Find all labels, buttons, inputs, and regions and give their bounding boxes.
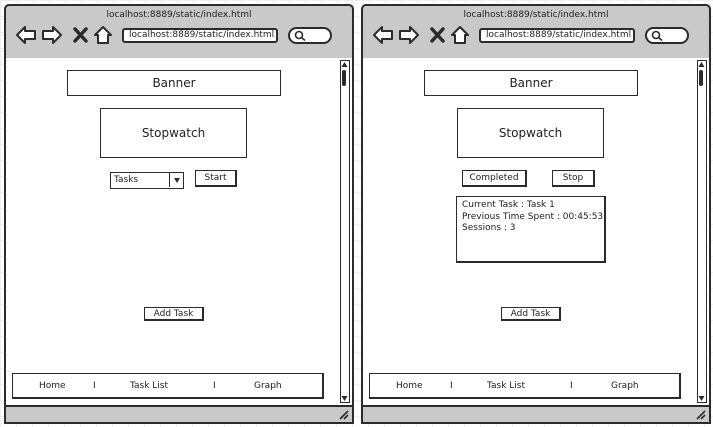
close-icon[interactable]	[70, 24, 92, 46]
page-viewport: Banner Stopwatch Tasks Start Add Task Ho…	[4, 58, 354, 407]
footer-link-home[interactable]: Home	[39, 381, 66, 391]
footer-separator: I	[450, 381, 453, 391]
forward-arrow-icon[interactable]	[41, 24, 63, 46]
search-icon	[651, 30, 663, 42]
sessions-text: Sessions : 3	[462, 223, 516, 233]
footer-separator: I	[213, 381, 216, 391]
home-icon[interactable]	[92, 24, 114, 46]
stopwatch-display: Stopwatch	[457, 108, 604, 158]
footer-link-home[interactable]: Home	[396, 381, 423, 391]
page-viewport: Banner Stopwatch Completed Stop Current …	[361, 58, 711, 407]
vertical-scrollbar[interactable]	[340, 60, 350, 403]
scrollbar-thumb[interactable]	[342, 70, 346, 86]
footer-link-task-list[interactable]: Task List	[130, 381, 168, 391]
task-info-panel: Current Task : Task 1 Previous Time Spen…	[456, 196, 606, 263]
scroll-up-arrow-icon[interactable]	[698, 61, 705, 68]
browser-window-right: localhost:8889/static/index.html localho…	[361, 4, 711, 424]
scroll-down-arrow-icon[interactable]	[341, 395, 348, 402]
home-icon[interactable]	[449, 24, 471, 46]
task-select-value: Tasks	[114, 175, 139, 185]
address-bar[interactable]: localhost:8889/static/index.html	[479, 28, 635, 43]
chevron-down-icon[interactable]	[169, 173, 183, 187]
add-task-button[interactable]: Add Task	[144, 307, 204, 321]
search-icon	[294, 30, 306, 42]
footer-link-graph[interactable]: Graph	[254, 381, 282, 391]
browser-search-box[interactable]	[288, 27, 332, 44]
task-select[interactable]: Tasks	[110, 172, 184, 189]
banner: Banner	[67, 70, 281, 96]
address-bar[interactable]: localhost:8889/static/index.html	[122, 28, 278, 43]
scrollbar-thumb[interactable]	[699, 70, 703, 86]
start-button[interactable]: Start	[195, 170, 237, 187]
scroll-up-arrow-icon[interactable]	[341, 61, 348, 68]
browser-toolbar: localhost:8889/static/index.html localho…	[4, 4, 354, 60]
footer-link-graph[interactable]: Graph	[611, 381, 639, 391]
footer-link-task-list[interactable]: Task List	[487, 381, 525, 391]
footer-nav: Home I Task List I Graph	[12, 373, 324, 399]
vertical-scrollbar[interactable]	[697, 60, 707, 403]
footer-separator: I	[93, 381, 96, 391]
completed-button[interactable]: Completed	[462, 170, 527, 187]
browser-status-bar	[361, 405, 711, 424]
banner: Banner	[424, 70, 638, 96]
page-url-title: localhost:8889/static/index.html	[106, 10, 252, 20]
add-task-button[interactable]: Add Task	[501, 307, 561, 321]
current-task-text: Current Task : Task 1	[462, 200, 555, 210]
stop-button[interactable]: Stop	[552, 170, 595, 187]
close-icon[interactable]	[427, 24, 449, 46]
footer-nav: Home I Task List I Graph	[369, 373, 681, 399]
browser-status-bar	[4, 405, 354, 424]
forward-arrow-icon[interactable]	[398, 24, 420, 46]
footer-separator: I	[570, 381, 573, 391]
page-url-title: localhost:8889/static/index.html	[463, 10, 609, 20]
resize-grip-icon[interactable]	[695, 409, 706, 420]
browser-window-left: localhost:8889/static/index.html localho…	[4, 4, 354, 424]
browser-search-box[interactable]	[645, 27, 689, 44]
resize-grip-icon[interactable]	[338, 409, 349, 420]
back-arrow-icon[interactable]	[372, 24, 394, 46]
back-arrow-icon[interactable]	[15, 24, 37, 46]
stopwatch-display: Stopwatch	[100, 108, 247, 158]
browser-toolbar: localhost:8889/static/index.html localho…	[361, 4, 711, 60]
previous-time-text: Previous Time Spent : 00:45:53	[462, 211, 604, 222]
scroll-down-arrow-icon[interactable]	[698, 395, 705, 402]
